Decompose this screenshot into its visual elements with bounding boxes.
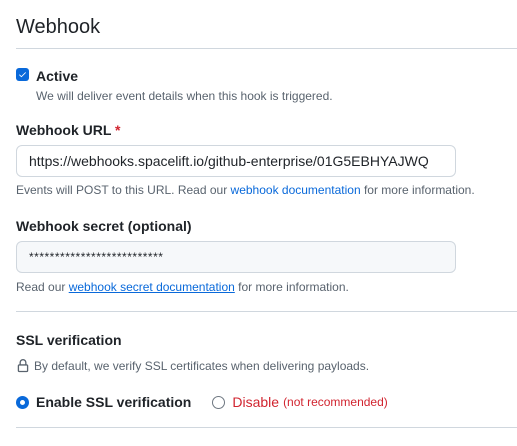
webhook-url-input[interactable]: https://webhooks.spacelift.io/github-ent…	[16, 145, 456, 177]
webhook-url-note: Events will POST to this URL. Read our w…	[16, 182, 475, 198]
disable-ssl-label[interactable]: Disable	[232, 393, 279, 411]
lock-icon	[17, 359, 29, 373]
ssl-heading: SSL verification	[16, 332, 122, 348]
webhook-url-label: Webhook URL *	[16, 121, 121, 139]
active-label[interactable]: Active	[36, 67, 78, 85]
ssl-note: By default, we verify SSL certificates w…	[34, 359, 370, 373]
ssl-options: Enable SSL verification Disable (not rec…	[16, 393, 388, 411]
page-title: Webhook	[16, 16, 101, 38]
webhook-url-label-text: Webhook URL	[16, 122, 112, 138]
webhook-secret-label: Webhook secret (optional)	[16, 218, 192, 234]
webhook-secret-note-prefix: Read our	[16, 280, 69, 294]
enable-ssl-radio[interactable]	[16, 395, 29, 409]
webhook-secret-documentation-link[interactable]: webhook secret documentation	[69, 280, 235, 294]
active-checkbox[interactable]	[16, 68, 29, 81]
section-divider	[16, 311, 517, 312]
disable-ssl-hint: (not recommended)	[283, 395, 388, 409]
ssl-note-row: By default, we verify SSL certificates w…	[16, 358, 369, 374]
webhook-secret-note-suffix: for more information.	[234, 280, 349, 294]
webhook-documentation-link[interactable]: webhook documentation	[231, 183, 361, 197]
title-divider	[16, 48, 517, 49]
bottom-divider	[16, 427, 517, 428]
enable-ssl-label[interactable]: Enable SSL verification	[36, 393, 191, 411]
active-note: We will deliver event details when this …	[36, 89, 333, 103]
disable-ssl-radio[interactable]	[212, 395, 226, 409]
webhook-secret-input[interactable]: **************************	[16, 241, 456, 273]
webhook-secret-note: Read our webhook secret documentation fo…	[16, 279, 349, 295]
webhook-url-note-prefix: Events will POST to this URL. Read our	[16, 183, 231, 197]
checkmark-icon	[19, 72, 26, 78]
required-mark: *	[115, 122, 121, 138]
webhook-url-note-suffix: for more information.	[360, 183, 475, 197]
